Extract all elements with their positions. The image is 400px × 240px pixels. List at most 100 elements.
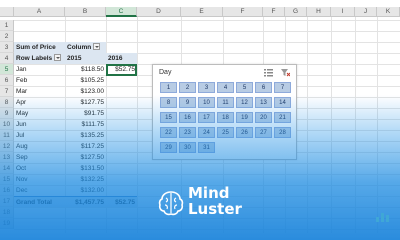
- slicer-item-day[interactable]: 13: [255, 97, 272, 108]
- slicer-item-day[interactable]: 30: [179, 142, 196, 153]
- pivot-column-label[interactable]: Column: [65, 42, 106, 53]
- row-header[interactable]: 3: [0, 42, 14, 53]
- row-header[interactable]: 19: [0, 218, 14, 229]
- slicer-item-day[interactable]: 29: [160, 142, 177, 153]
- slicer-item-day[interactable]: 28: [274, 127, 291, 138]
- pivot-value-2016[interactable]: [106, 185, 137, 196]
- pivot-value-2016[interactable]: [106, 130, 137, 141]
- filter-dropdown-icon[interactable]: [93, 42, 101, 50]
- slicer-item-day[interactable]: 10: [198, 97, 215, 108]
- pivot-row-label[interactable]: Jan: [14, 64, 65, 75]
- pivot-value-2016[interactable]: [106, 174, 137, 185]
- slicer-item-day[interactable]: 8: [160, 97, 177, 108]
- pivot-row-label[interactable]: Apr: [14, 97, 65, 108]
- slicer-item-day[interactable]: 21: [274, 112, 291, 123]
- slicer-item-day[interactable]: 1: [160, 82, 177, 93]
- pivot-value-2016[interactable]: [106, 86, 137, 97]
- slicer-item-day[interactable]: 26: [236, 127, 253, 138]
- row-header[interactable]: 11: [0, 130, 14, 141]
- multi-select-icon[interactable]: [264, 69, 273, 77]
- pivot-row-label[interactable]: Jul: [14, 130, 65, 141]
- slicer-item-day[interactable]: 5: [236, 82, 253, 93]
- column-header-a[interactable]: A: [14, 7, 65, 17]
- select-all-corner[interactable]: [0, 7, 14, 17]
- slicer-item-day[interactable]: 11: [217, 97, 234, 108]
- column-header-k[interactable]: K: [377, 7, 400, 17]
- pivot-value-2016[interactable]: [106, 97, 137, 108]
- pivot-value-2015[interactable]: $111.75: [65, 119, 106, 130]
- slicer-item-day[interactable]: 19: [236, 112, 253, 123]
- row-header[interactable]: 17: [0, 196, 14, 207]
- pivot-value-2015[interactable]: $132.25: [65, 174, 106, 185]
- slicer-item-day[interactable]: 3: [198, 82, 215, 93]
- slicer-item-day[interactable]: 16: [179, 112, 196, 123]
- pivot-value-2015[interactable]: $132.00: [65, 185, 106, 196]
- row-header[interactable]: 7: [0, 86, 14, 97]
- column-header-b[interactable]: B: [65, 7, 106, 17]
- row-header[interactable]: 15: [0, 174, 14, 185]
- pivot-row-label[interactable]: Aug: [14, 141, 65, 152]
- row-header[interactable]: 9: [0, 108, 14, 119]
- column-header-g[interactable]: G: [285, 7, 307, 17]
- pivot-value-2015[interactable]: $135.25: [65, 130, 106, 141]
- slicer-item-day[interactable]: 14: [274, 97, 291, 108]
- day-slicer[interactable]: Day 1 2 3 4 5 6 7 8 9 10 11 12 13 14 15 16 17 18 19 20 21 22 2…: [152, 64, 297, 160]
- column-header-i[interactable]: I: [331, 7, 355, 17]
- pivot-value-2015[interactable]: $127.50: [65, 152, 106, 163]
- row-header[interactable]: 12: [0, 141, 14, 152]
- pivot-row-labels[interactable]: Row Labels: [14, 53, 65, 64]
- row-header[interactable]: 18: [0, 207, 14, 218]
- pivot-value-2016[interactable]: [106, 108, 137, 119]
- pivot-row-label[interactable]: Sep: [14, 152, 65, 163]
- pivot-row-label[interactable]: Feb: [14, 75, 65, 86]
- slicer-item-day[interactable]: 24: [198, 127, 215, 138]
- column-header-e[interactable]: E: [181, 7, 223, 17]
- slicer-item-day[interactable]: 18: [217, 112, 234, 123]
- pivot-row-label[interactable]: Jun: [14, 119, 65, 130]
- clear-filter-icon[interactable]: [281, 69, 291, 77]
- column-header-f2[interactable]: F: [263, 7, 285, 17]
- row-header[interactable]: 1: [0, 20, 14, 31]
- slicer-item-day[interactable]: 6: [255, 82, 272, 93]
- row-header[interactable]: 8: [0, 97, 14, 108]
- slicer-item-day[interactable]: 7: [274, 82, 291, 93]
- pivot-row-label[interactable]: Nov: [14, 174, 65, 185]
- column-header-f[interactable]: F: [223, 7, 263, 17]
- slicer-item-day[interactable]: 12: [236, 97, 253, 108]
- pivot-value-2015[interactable]: $117.25: [65, 141, 106, 152]
- pivot-value-2015[interactable]: $127.75: [65, 97, 106, 108]
- row-header[interactable]: 14: [0, 163, 14, 174]
- pivot-value-2015[interactable]: $118.50: [65, 64, 106, 75]
- row-header[interactable]: 6: [0, 75, 14, 86]
- row-header[interactable]: 5: [0, 64, 14, 75]
- column-header-c[interactable]: C: [106, 7, 137, 17]
- slicer-item-day[interactable]: 15: [160, 112, 177, 123]
- pivot-value-2016[interactable]: [106, 75, 137, 86]
- pivot-row-label[interactable]: May: [14, 108, 65, 119]
- slicer-item-day[interactable]: 25: [217, 127, 234, 138]
- pivot-value-2015[interactable]: $105.25: [65, 75, 106, 86]
- column-header-d[interactable]: D: [137, 7, 181, 17]
- slicer-item-day[interactable]: 2: [179, 82, 196, 93]
- row-header[interactable]: 10: [0, 119, 14, 130]
- slicer-item-day[interactable]: 31: [198, 142, 215, 153]
- slicer-item-day[interactable]: 4: [217, 82, 234, 93]
- slicer-item-day[interactable]: 23: [179, 127, 196, 138]
- pivot-row-label[interactable]: Mar: [14, 86, 65, 97]
- pivot-value-2016[interactable]: [106, 152, 137, 163]
- row-header[interactable]: 4: [0, 53, 14, 64]
- pivot-value-2015[interactable]: $131.50: [65, 163, 106, 174]
- pivot-value-2016[interactable]: [106, 141, 137, 152]
- slicer-item-day[interactable]: 9: [179, 97, 196, 108]
- pivot-value-2015[interactable]: $91.75: [65, 108, 106, 119]
- row-header[interactable]: 13: [0, 152, 14, 163]
- slicer-item-day[interactable]: 17: [198, 112, 215, 123]
- pivot-value-2016[interactable]: [106, 163, 137, 174]
- slicer-item-day[interactable]: 27: [255, 127, 272, 138]
- column-header-j[interactable]: J: [355, 7, 377, 17]
- pivot-value-2016[interactable]: $52.75: [106, 64, 137, 75]
- pivot-row-label[interactable]: Oct: [14, 163, 65, 174]
- pivot-row-label[interactable]: Dec: [14, 185, 65, 196]
- column-header-h[interactable]: H: [307, 7, 331, 17]
- slicer-item-day[interactable]: 22: [160, 127, 177, 138]
